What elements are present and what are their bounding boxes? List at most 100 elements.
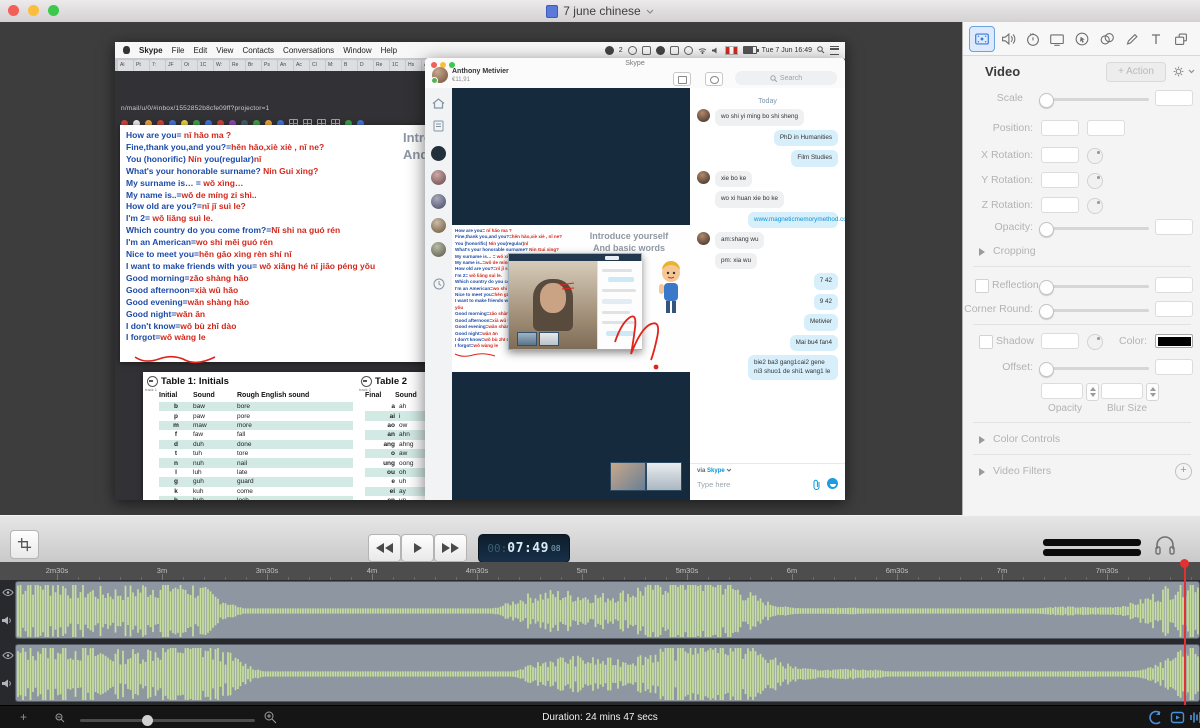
color-controls-row[interactable]: Color Controls	[963, 431, 1200, 449]
annotations-icon[interactable]	[1120, 27, 1144, 51]
inspector-settings[interactable]	[1171, 64, 1195, 79]
skype-new-chat-button[interactable]	[673, 72, 691, 86]
play-button[interactable]	[401, 534, 434, 562]
shadow-angle-field[interactable]	[1041, 333, 1079, 349]
audio-waveform-icon[interactable]	[1189, 710, 1200, 725]
y-rotation-dial[interactable]	[1087, 173, 1103, 189]
video-filters-row[interactable]: Video Filters +	[963, 463, 1200, 481]
zoom-out-icon[interactable]	[55, 713, 65, 723]
skype-search-field[interactable]: Search	[735, 71, 837, 85]
track-1-clip[interactable]	[15, 581, 1200, 639]
call-thumbnail-screen[interactable]	[646, 462, 682, 491]
shadow-opacity-field[interactable]	[1041, 383, 1083, 399]
callout-icon[interactable]	[1070, 27, 1094, 51]
reflection-slider[interactable]	[1041, 285, 1149, 288]
editing-canvas[interactable]: SkypeFileEditViewContactsConversationsWi…	[0, 22, 962, 515]
menu-item[interactable]: Contacts	[242, 46, 274, 55]
browser-url[interactable]: n/mail/u/0/#inbox/1552852b8cfe09ff?proje…	[121, 105, 269, 112]
chat-bubble-link[interactable]: www.magneticmemorymethod.com	[748, 212, 838, 229]
browser-tab-strip[interactable]: AiPt7:JFOi1CW:ReBrPsAnAcClM:BDRe1CHsAn	[115, 58, 433, 71]
rewind-button[interactable]	[368, 534, 401, 562]
corner-round-field[interactable]	[1155, 301, 1193, 317]
shadow-color-swatch[interactable]	[1155, 334, 1193, 348]
shadow-angle-dial[interactable]	[1087, 334, 1103, 350]
contact-avatar[interactable]	[431, 218, 446, 233]
reflection-checkbox[interactable]	[975, 279, 989, 293]
call-avatar-icon[interactable]	[431, 146, 446, 161]
browser-tab[interactable]: Hs	[406, 60, 421, 71]
history-clock-icon[interactable]	[433, 278, 445, 290]
browser-tab[interactable]: Pt	[134, 60, 149, 71]
media-library-icon[interactable]	[1169, 27, 1193, 51]
scale-field[interactable]	[1155, 90, 1193, 106]
browser-tab[interactable]: B	[342, 60, 357, 71]
transitions-icon[interactable]	[1095, 27, 1119, 51]
timeline-ruler[interactable]: 2m30s3m3m30s4m4m30s5m5m30s6m6m30s7m7m30s	[0, 562, 1200, 581]
call-thumbnail-people[interactable]	[610, 462, 646, 491]
browser-tab[interactable]: Re	[230, 60, 245, 71]
x-rotation-dial[interactable]	[1087, 148, 1103, 164]
zoom-in-icon[interactable]	[264, 711, 277, 724]
scale-slider[interactable]	[1041, 98, 1149, 101]
chinese-phrase-document[interactable]: How are you= nǐ hǎo ma ?Fine,thank you,a…	[120, 125, 427, 362]
via-skype-label[interactable]: via Skype	[697, 468, 732, 474]
webcam-float-window[interactable]	[508, 253, 642, 350]
timing-icon[interactable]	[1021, 27, 1045, 51]
zoom-slider-thumb[interactable]	[142, 715, 153, 726]
x-rotation-field[interactable]	[1041, 147, 1079, 163]
browser-tab[interactable]: Ac	[294, 60, 309, 71]
pinyin-tables-panel[interactable]: track 1 Table 1: Initials InitialSoundRo…	[143, 372, 430, 500]
blur-size-field[interactable]	[1101, 383, 1143, 399]
playhead-handle[interactable]	[1180, 559, 1189, 568]
contact-avatar[interactable]	[431, 194, 446, 209]
attach-paperclip-icon[interactable]	[812, 479, 821, 490]
browser-tab[interactable]: An	[278, 60, 293, 71]
browser-tab[interactable]: Cl	[310, 60, 325, 71]
browser-tab[interactable]: Ai	[118, 60, 133, 71]
shadow-checkbox[interactable]	[979, 335, 993, 349]
skype-dialpad-button[interactable]	[705, 72, 723, 86]
video-properties-icon[interactable]	[969, 26, 995, 52]
track-2-visibility-icon[interactable]	[2, 651, 14, 660]
browser-tab[interactable]: Re	[374, 60, 389, 71]
browser-tab[interactable]: 1C	[390, 60, 405, 71]
recorded-screen-clip[interactable]: SkypeFileEditViewContactsConversationsWi…	[115, 42, 845, 500]
menu-item[interactable]: View	[216, 46, 233, 55]
browser-tab[interactable]: JF	[166, 60, 181, 71]
contact-avatar[interactable]	[431, 242, 446, 257]
menu-item[interactable]: Window	[343, 46, 371, 55]
browser-tab[interactable]: W:	[214, 60, 229, 71]
browser-tab[interactable]: D	[358, 60, 373, 71]
title-chevron-icon[interactable]	[646, 9, 654, 14]
browser-tab[interactable]: Ps	[262, 60, 277, 71]
shadow-opacity-stepper[interactable]	[1086, 383, 1099, 401]
track-1-visibility-icon[interactable]	[2, 588, 14, 597]
screen-recording-icon[interactable]	[1045, 27, 1069, 51]
reflection-field[interactable]	[1155, 277, 1193, 293]
browser-tab[interactable]: 7:	[150, 60, 165, 71]
menu-item[interactable]: Edit	[193, 46, 207, 55]
timeline-zoom-slider[interactable]	[80, 719, 255, 722]
contact-avatar[interactable]	[431, 170, 446, 185]
corner-round-slider[interactable]	[1041, 309, 1149, 312]
z-rotation-field[interactable]	[1041, 197, 1079, 213]
offset-field[interactable]	[1155, 359, 1193, 375]
add-track-button[interactable]: +	[20, 710, 27, 724]
home-icon[interactable]	[432, 98, 445, 109]
blur-size-stepper[interactable]	[1146, 383, 1159, 401]
playhead-line[interactable]	[1184, 562, 1186, 705]
opacity-field[interactable]	[1155, 219, 1193, 235]
video-filters-disclosure-icon[interactable]	[979, 468, 985, 476]
headphones-monitor-icon[interactable]	[1153, 533, 1177, 557]
crop-mode-button[interactable]	[10, 530, 39, 559]
offset-slider[interactable]	[1041, 367, 1149, 370]
loop-curve-icon[interactable]	[1148, 710, 1163, 725]
track-2-mute-icon[interactable]	[2, 679, 13, 688]
menu-item[interactable]: Conversations	[283, 46, 334, 55]
position-y-field[interactable]	[1087, 120, 1125, 136]
media-clip-icon[interactable]	[1170, 710, 1185, 725]
contacts-icon[interactable]	[433, 120, 444, 132]
text-properties-icon[interactable]	[1144, 27, 1168, 51]
menu-item-app[interactable]: Skype	[139, 46, 163, 55]
browser-tab[interactable]: Oi	[182, 60, 197, 71]
